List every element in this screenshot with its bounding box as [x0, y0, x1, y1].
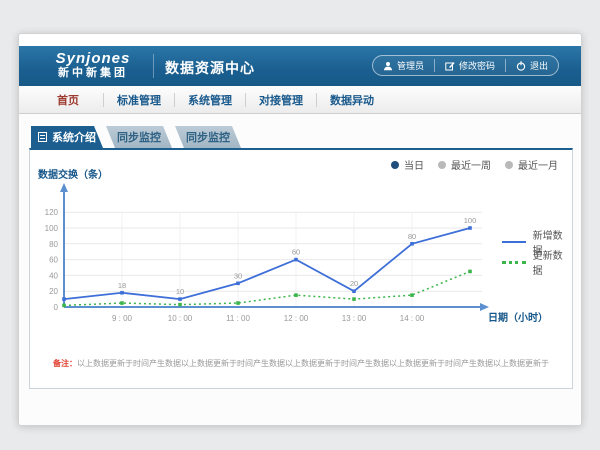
svg-text:12 : 00: 12 : 00 — [284, 314, 309, 323]
user-button[interactable]: 管理员 — [373, 56, 434, 75]
svg-text:60: 60 — [292, 248, 300, 257]
logo-text-cn: 新中新集团 — [41, 67, 145, 80]
svg-text:40: 40 — [49, 271, 58, 280]
tab-label: 同步监控 — [186, 129, 230, 145]
svg-text:30: 30 — [234, 271, 242, 280]
svg-text:60: 60 — [49, 256, 58, 265]
tab-sync-monitor-2[interactable]: 同步监控 — [175, 126, 241, 148]
svg-text:11 : 00: 11 : 00 — [226, 314, 250, 323]
svg-text:0: 0 — [54, 303, 59, 312]
svg-text:9 : 00: 9 : 00 — [112, 314, 133, 323]
svg-text:13 : 00: 13 : 00 — [342, 314, 367, 323]
footnote-prefix: 备注： — [53, 359, 77, 368]
page-title: 数据资源中心 — [165, 58, 255, 78]
legend-item-updated-data[interactable]: 更新数据 — [502, 252, 572, 272]
app-header: Synjones 新中新集团 数据资源中心 管理员 修改密码 — [19, 46, 581, 86]
edit-icon — [445, 61, 455, 71]
footnote-text: 以上数据更新于时间产生数据以上数据更新于时间产生数据以上数据更新于时间产生数据以… — [77, 359, 549, 368]
nav-item-interface-mgmt[interactable]: 对接管理 — [246, 92, 316, 108]
logout-button[interactable]: 退出 — [506, 56, 558, 75]
power-icon — [516, 61, 526, 71]
nav-item-system-mgmt[interactable]: 系统管理 — [175, 92, 245, 108]
svg-text:数据交换（条）: 数据交换（条） — [38, 168, 108, 181]
svg-text:14 : 00: 14 : 00 — [400, 314, 425, 323]
svg-text:120: 120 — [45, 208, 59, 217]
change-password-label: 修改密码 — [459, 59, 495, 72]
legend-label: 更新数据 — [533, 247, 572, 277]
user-actions: 管理员 修改密码 退出 — [372, 55, 559, 76]
change-password-button[interactable]: 修改密码 — [435, 56, 505, 75]
tab-label: 同步监控 — [117, 129, 161, 145]
tab-sync-monitor-1[interactable]: 同步监控 — [106, 126, 172, 148]
nav-item-data-change[interactable]: 数据异动 — [317, 92, 387, 108]
nav-item-standard-mgmt[interactable]: 标准管理 — [104, 92, 174, 108]
logo-text-en: Synjones — [41, 50, 145, 67]
svg-text:10 : 00: 10 : 00 — [168, 314, 193, 323]
chart-legend: 新增数据 更新数据 — [502, 232, 572, 272]
content-area: 系统介绍 同步监控 同步监控 当日 最近一周 — [19, 114, 581, 426]
tab-label: 系统介绍 — [52, 129, 96, 145]
line-chart: 0 20 40 60 80 100 120 9 : 00 10 : 00 11 : 00 12 : … — [30, 150, 574, 350]
nav-item-home[interactable]: 首页 — [33, 92, 103, 108]
svg-text:80: 80 — [408, 232, 416, 241]
blue-line-swatch-icon — [502, 241, 526, 243]
document-icon — [38, 132, 47, 142]
svg-text:100: 100 — [45, 224, 59, 233]
svg-text:20: 20 — [49, 287, 58, 296]
svg-text:100: 100 — [464, 216, 477, 225]
user-icon — [383, 61, 393, 71]
chart-panel: 当日 最近一周 最近一月 0204060801001209 : 0010 : 0… — [29, 148, 573, 389]
header-divider — [153, 54, 154, 78]
tab-system-intro[interactable]: 系统介绍 — [31, 126, 103, 148]
app-window: Synjones 新中新集团 数据资源中心 管理员 修改密码 — [18, 33, 582, 426]
user-label: 管理员 — [397, 59, 424, 72]
svg-text:80: 80 — [49, 240, 58, 249]
tab-bar: 系统介绍 同步监控 同步监控 — [31, 126, 241, 148]
svg-text:日期（小时）: 日期（小时） — [488, 311, 548, 324]
svg-text:20: 20 — [350, 279, 358, 288]
svg-text:18: 18 — [118, 281, 126, 290]
svg-text:10: 10 — [176, 287, 184, 296]
logout-label: 退出 — [530, 59, 548, 72]
footnote: 备注：以上数据更新于时间产生数据以上数据更新于时间产生数据以上数据更新于时间产生… — [30, 358, 572, 369]
company-logo: Synjones 新中新集团 — [41, 50, 145, 80]
green-dotted-swatch-icon — [502, 261, 526, 264]
main-nav: 首页 标准管理 系统管理 对接管理 数据异动 — [19, 86, 581, 114]
